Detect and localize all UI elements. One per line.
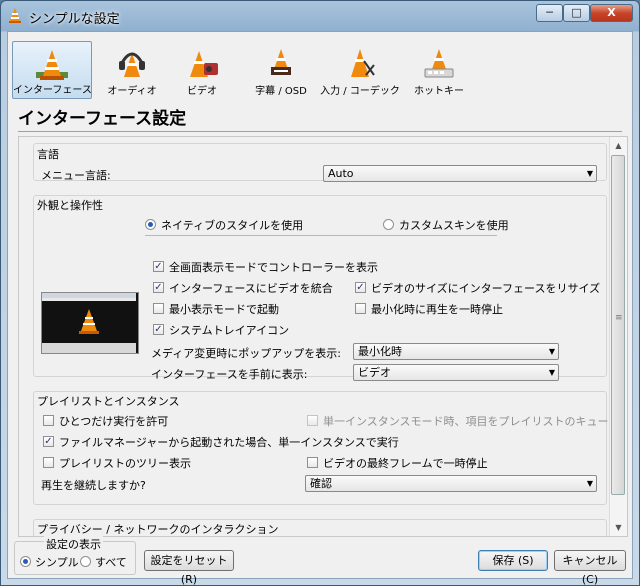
- maximize-button[interactable]: □: [563, 4, 590, 22]
- fullscreen-controller-label: 全画面表示モードでコントローラーを表示: [169, 261, 378, 274]
- playlist-tree-label: プレイリストのツリー表示: [59, 457, 191, 470]
- resume-select[interactable]: 確認 ▼: [305, 475, 597, 492]
- resume-value: 確認: [310, 477, 332, 490]
- playlist-group-title: プレイリストとインスタンス: [37, 395, 180, 408]
- video-cone-icon: [190, 51, 218, 77]
- tab-hotkeys[interactable]: ホットキー: [401, 41, 477, 99]
- chevron-down-icon: ▼: [548, 347, 555, 356]
- start-minimal-checkbox[interactable]: [153, 303, 164, 314]
- reset-button[interactable]: 設定をリセット (R): [144, 550, 234, 585]
- enqueue-checkbox: [307, 415, 318, 426]
- chevron-down-icon: ▼: [586, 169, 593, 178]
- popup-label: メディア変更時にポップアップを表示:: [151, 347, 341, 360]
- enqueue-label: 単一インスタンスモード時、項目をプレイリストのキューに追加: [323, 415, 628, 428]
- tab-video[interactable]: ビデオ: [162, 41, 242, 99]
- simple-radio[interactable]: [20, 556, 31, 567]
- raise-interface-value: ビデオ: [358, 366, 391, 379]
- chevron-down-icon: ▼: [548, 368, 555, 377]
- audio-headphones-cone-icon: [119, 52, 145, 77]
- tab-label: 字幕 / OSD: [255, 86, 307, 97]
- scroll-up-icon[interactable]: ▲: [610, 137, 627, 154]
- scrollbar-thumb[interactable]: ≡: [611, 155, 625, 495]
- subtitle-cone-icon: [271, 49, 291, 75]
- tab-label: ビデオ: [187, 86, 217, 97]
- interface-cone-icon: [36, 50, 68, 80]
- simple-label: シンプル: [35, 556, 79, 569]
- native-style-label: ネイティブのスタイルを使用: [161, 219, 304, 232]
- save-button[interactable]: 保存 (S): [478, 550, 548, 571]
- one-instance-checkbox[interactable]: [43, 415, 54, 426]
- language-group-title: 言語: [37, 148, 59, 161]
- menu-language-label: メニュー言語:: [41, 169, 111, 182]
- custom-skin-label: カスタムスキンを使用: [399, 219, 509, 232]
- start-minimal-label: 最小表示モードで起動: [169, 303, 279, 316]
- pause-last-frame-label: ビデオの最終フレームで一時停止: [323, 457, 488, 470]
- category-toolbar: インターフェース オーディオ ビデオ 字幕 / OSD 入力 / コーデック ホ…: [8, 32, 632, 100]
- all-radio[interactable]: [80, 556, 91, 567]
- vlc-cone-icon: [9, 8, 21, 23]
- tab-interface[interactable]: インターフェース: [12, 41, 92, 99]
- privacy-group-title: プライバシー / ネットワークのインタラクション: [37, 523, 279, 536]
- tab-label: オーディオ: [107, 86, 157, 97]
- divider: [18, 131, 622, 132]
- file-manager-instance-label: ファイルマネージャーから起動された場合、単一インスタンスで実行: [59, 436, 399, 449]
- title-bar[interactable]: シンプルな設定 ─ □ X: [1, 1, 639, 31]
- menu-language-select[interactable]: Auto ▼: [323, 165, 597, 182]
- custom-skin-radio[interactable]: [383, 219, 394, 230]
- native-style-radio[interactable]: [145, 219, 156, 230]
- tab-label: インターフェース: [13, 85, 92, 96]
- close-button[interactable]: X: [590, 4, 633, 22]
- pause-minimized-label: 最小化時に再生を一時停止: [371, 303, 503, 316]
- raise-interface-label: インターフェースを手前に表示:: [151, 368, 308, 381]
- preferences-window: シンプルな設定 ─ □ X インターフェース オーディオ ビデオ 字幕 / OS…: [0, 0, 640, 586]
- scroll-down-icon[interactable]: ▼: [610, 519, 627, 536]
- chevron-down-icon: ▼: [586, 479, 593, 488]
- menu-language-value: Auto: [328, 167, 354, 180]
- tab-label: ホットキー: [414, 86, 464, 97]
- pause-last-frame-checkbox[interactable]: [307, 457, 318, 468]
- resume-label: 再生を継続しますか?: [41, 479, 146, 492]
- vertical-scrollbar[interactable]: ▲ ≡ ▼: [609, 137, 627, 536]
- tab-input-codecs[interactable]: 入力 / コーデック: [314, 41, 406, 99]
- tab-label: 入力 / コーデック: [320, 86, 400, 97]
- window-title: シンプルな設定: [29, 12, 120, 27]
- style-divider: [145, 235, 497, 236]
- integrate-video-checkbox[interactable]: ✓: [153, 282, 164, 293]
- popup-value: 最小化時: [358, 345, 402, 358]
- systray-label: システムトレイアイコン: [169, 324, 290, 337]
- dialog-body: インターフェース オーディオ ビデオ 字幕 / OSD 入力 / コーデック ホ…: [7, 31, 633, 585]
- raise-interface-select[interactable]: ビデオ ▼: [353, 364, 559, 381]
- popup-select[interactable]: 最小化時 ▼: [353, 343, 559, 360]
- resize-interface-checkbox[interactable]: ✓: [355, 282, 366, 293]
- settings-scroll-area[interactable]: 言語 メニュー言語: Auto ▼ 外観と操作性 ネイティブのスタイルを使用 カス…: [18, 136, 628, 537]
- show-settings-title: 設定の表示: [44, 536, 103, 552]
- all-label: すべて: [95, 556, 127, 569]
- systray-checkbox[interactable]: ✓: [153, 324, 164, 335]
- playlist-tree-checkbox[interactable]: [43, 457, 54, 468]
- resize-interface-label: ビデオのサイズにインターフェースをリサイズ: [371, 282, 601, 295]
- integrate-video-label: インターフェースにビデオを統合: [169, 282, 333, 295]
- interface-preview-image: [41, 292, 139, 354]
- minimize-button[interactable]: ─: [536, 4, 563, 22]
- codec-cone-icon: [351, 49, 375, 77]
- cancel-button[interactable]: キャンセル (C): [554, 550, 626, 585]
- tab-audio[interactable]: オーディオ: [92, 41, 172, 99]
- page-title: インターフェース設定: [18, 109, 187, 129]
- hotkey-cone-icon: [424, 49, 454, 78]
- fullscreen-controller-checkbox[interactable]: ✓: [153, 261, 164, 272]
- pause-minimized-checkbox[interactable]: [355, 303, 366, 314]
- tab-subtitles-osd[interactable]: 字幕 / OSD: [236, 41, 326, 99]
- file-manager-instance-checkbox[interactable]: ✓: [43, 436, 54, 447]
- one-instance-label: ひとつだけ実行を許可: [59, 415, 169, 428]
- grip-icon: ≡: [615, 313, 623, 323]
- appearance-group-title: 外観と操作性: [37, 199, 103, 212]
- vlc-cone-icon: [79, 309, 99, 334]
